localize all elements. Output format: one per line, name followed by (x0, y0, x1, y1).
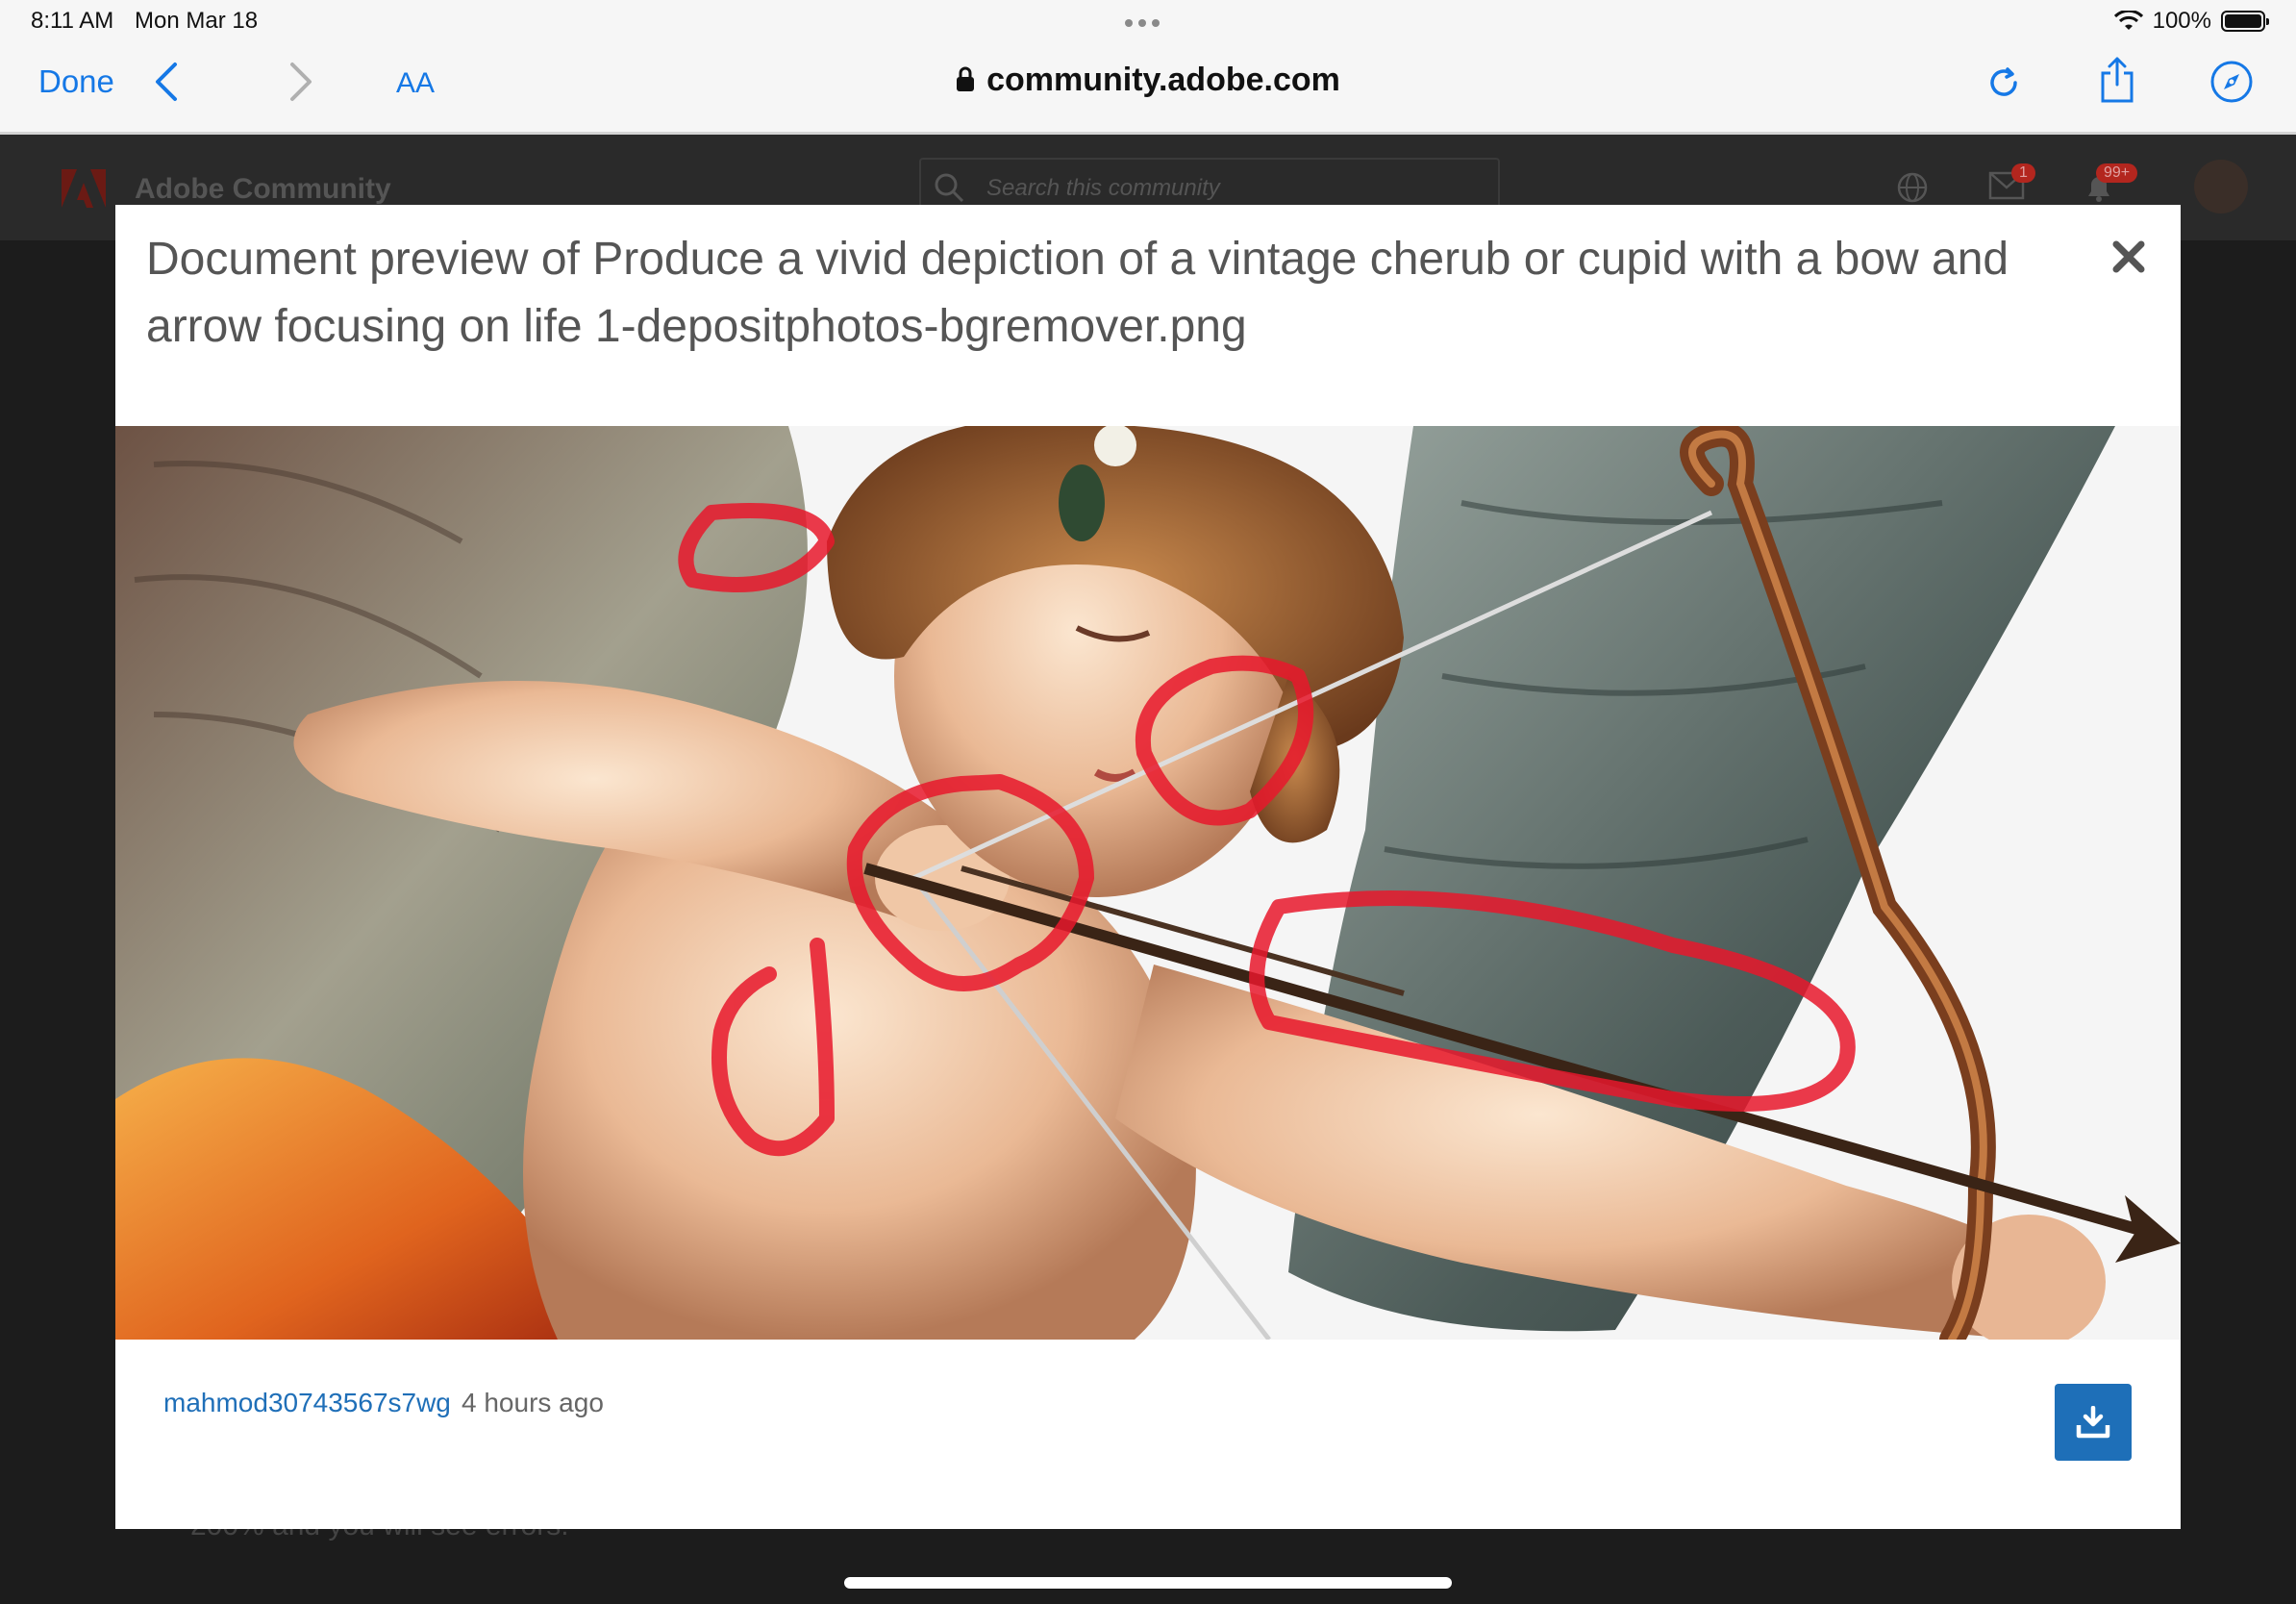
search-placeholder: Search this community (986, 175, 1220, 201)
multitasking-dots[interactable] (1125, 19, 1160, 27)
battery-icon (2221, 11, 2269, 32)
download-icon (2076, 1406, 2110, 1439)
url-text: community.adobe.com (986, 62, 1340, 98)
search-icon (935, 173, 964, 203)
globe-icon (1897, 172, 1928, 203)
share-icon[interactable] (2098, 56, 2136, 104)
image-preview (115, 426, 2181, 1340)
notifications-badge: 99+ (2096, 163, 2138, 183)
mail-badge: 1 (2011, 163, 2035, 183)
modal-header: Document preview of Produce a vivid depi… (115, 205, 2181, 428)
modal-title: Document preview of Produce a vivid depi… (146, 234, 2009, 352)
site-name: Adobe Community (135, 173, 391, 205)
document-preview-modal: Document preview of Produce a vivid depi… (115, 205, 2181, 1529)
avatar (2194, 160, 2248, 213)
close-icon[interactable] (2111, 239, 2146, 274)
wifi-icon (2113, 11, 2143, 30)
home-indicator[interactable] (844, 1577, 1452, 1589)
status-indicators: 100% (2113, 8, 2269, 35)
timestamp: 4 hours ago (462, 1388, 604, 1417)
author-link[interactable]: mahmod30743567s7wg (163, 1388, 451, 1418)
status-date: Mon Mar 18 (135, 8, 259, 34)
lock-icon (957, 66, 975, 91)
status-time: 8:11 AM (31, 8, 114, 34)
adobe-logo-icon (62, 169, 106, 208)
download-button[interactable] (2055, 1384, 2132, 1461)
reload-icon[interactable] (1984, 63, 2023, 102)
compass-icon[interactable] (2209, 60, 2254, 104)
cherub-image (115, 426, 2181, 1340)
browser-toolbar: 8:11 AM Mon Mar 18 100% Done AA communit… (0, 0, 2296, 135)
address-bar[interactable]: community.adobe.com (0, 62, 2296, 99)
battery-percent: 100% (2152, 8, 2211, 34)
